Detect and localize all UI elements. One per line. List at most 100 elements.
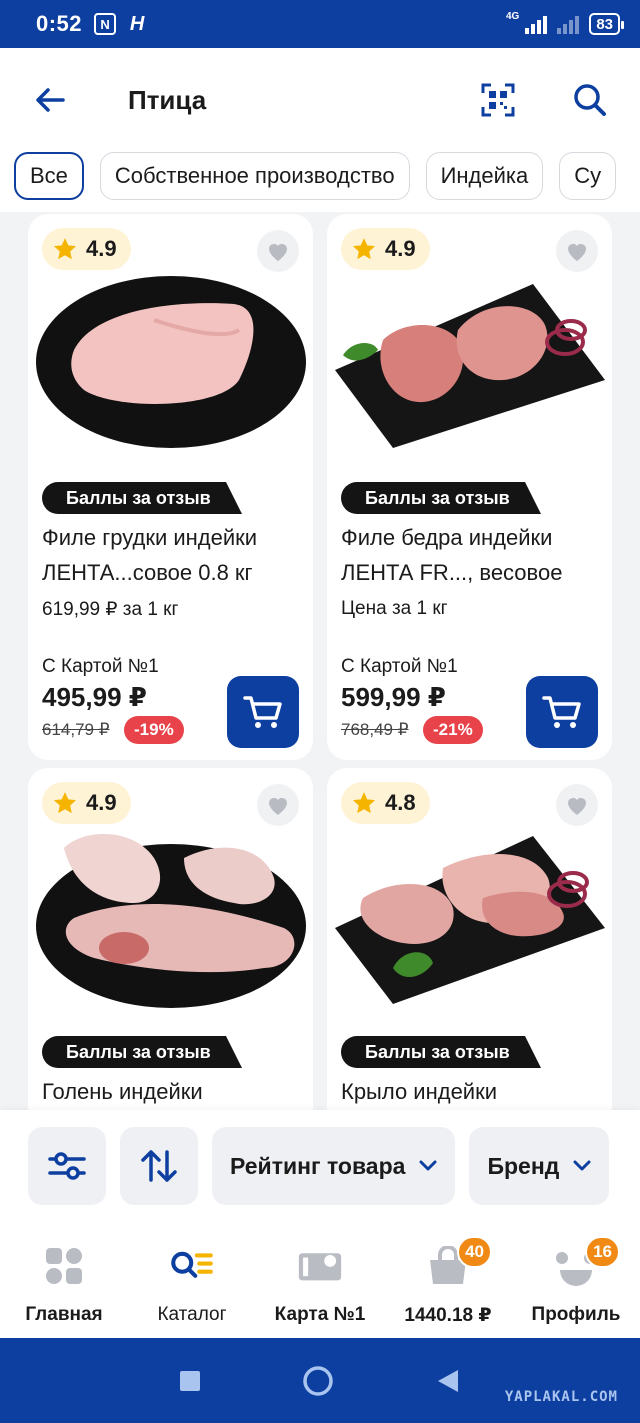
product-card[interactable]: 4.9 Баллы за отзыв Филе грудки индейки Л… (28, 214, 313, 760)
arrow-left-icon (36, 88, 65, 112)
cart-icon (243, 696, 282, 728)
product-name: Крыло индейки (341, 1079, 498, 1104)
rating-badge: 4.9 (341, 228, 430, 270)
star-icon (53, 792, 77, 814)
sort-button[interactable] (120, 1127, 198, 1205)
heart-icon (568, 797, 586, 815)
profile-count-badge: 16 (585, 1236, 620, 1268)
chip-more[interactable]: Су (559, 152, 617, 200)
shopping-bag-icon: 40 (426, 1236, 492, 1288)
loyalty-card-label: С Картой №1 (341, 656, 458, 677)
price: 599,99 ₽ (341, 682, 446, 712)
square-icon (180, 1370, 200, 1391)
signal-secondary-icon (557, 14, 580, 34)
product-image (335, 836, 605, 1004)
bottom-navigation: Главная Каталог Карта №1 40 1440.18 ₽ 16… (0, 1222, 640, 1338)
discount-badge: -21% (423, 716, 483, 744)
home-icon (42, 1244, 86, 1288)
discount-badge: -19% (124, 716, 184, 744)
circle-icon (303, 1365, 333, 1396)
old-price: 768,49 ₽ (341, 720, 409, 739)
rating-badge: 4.9 (42, 782, 131, 824)
old-price: 614,79 ₽ (42, 720, 110, 739)
favorite-button[interactable] (257, 784, 299, 826)
product-image (36, 276, 306, 448)
filters-button[interactable] (28, 1127, 106, 1205)
triangle-back-icon (438, 1369, 458, 1392)
rating-value: 4.9 (86, 790, 117, 815)
network-type: 4G (505, 10, 520, 22)
star-icon (352, 792, 376, 814)
back-button[interactable] (30, 80, 70, 120)
favorite-button[interactable] (556, 784, 598, 826)
rating-badge: 4.8 (341, 782, 430, 824)
recent-apps-button[interactable] (178, 1369, 202, 1393)
review-points-badge: Баллы за отзыв (42, 1036, 242, 1068)
review-points-badge: Баллы за отзыв (341, 1036, 541, 1068)
nav-catalog[interactable]: Каталог (128, 1222, 256, 1338)
product-card[interactable]: 4.9 Баллы за отзыв Голень индейки (28, 768, 313, 1110)
system-back-button[interactable] (434, 1367, 462, 1395)
qr-scan-button[interactable] (478, 80, 518, 120)
product-name: Филе грудки индейки ЛЕНТА...совое 0.8 кг (42, 525, 258, 585)
nav-cart[interactable]: 40 1440.18 ₽ (384, 1222, 512, 1338)
unit-price: Цена за 1 кг (341, 598, 448, 619)
status-time: 0:52 (36, 11, 83, 36)
category-chips: Все Собственное производство Индейка Су (0, 140, 640, 212)
unit-price: 619,99 ₽ за 1 кг (42, 599, 179, 620)
review-points-badge: Баллы за отзыв (341, 482, 541, 514)
rating-filter-dropdown[interactable]: Рейтинг товара (212, 1127, 456, 1205)
heart-icon (269, 797, 287, 815)
signal-icon (525, 14, 548, 34)
chip-own-production[interactable]: Собственное производство (99, 152, 410, 200)
chevron-down-icon (419, 1160, 437, 1171)
chip-all[interactable]: Все (14, 152, 84, 200)
status-bar: 0:52 N H 4G 83 (0, 0, 640, 48)
qr-code-icon (481, 83, 515, 117)
rating-value: 4.8 (385, 790, 416, 815)
brand-filter-dropdown[interactable]: Бренд (469, 1127, 610, 1205)
product-grid: 4.9 Баллы за отзыв Филе грудки индейки Л… (0, 212, 640, 1110)
add-to-cart-button[interactable] (526, 676, 598, 748)
product-card[interactable]: 4.8 Баллы за отзыв Крыло индейки (327, 768, 612, 1110)
favorite-button[interactable] (257, 230, 299, 272)
chip-turkey[interactable]: Индейка (425, 152, 544, 200)
product-name: Голень индейки (42, 1079, 203, 1104)
page-title: Птица (128, 84, 207, 115)
watermark: YAPLAKAL.COM (504, 1389, 618, 1405)
heart-icon (568, 243, 586, 261)
app-notification-icon: H (129, 12, 145, 35)
search-button[interactable] (570, 80, 610, 120)
product-image (36, 834, 306, 1008)
add-to-cart-button[interactable] (227, 676, 299, 748)
product-image (335, 284, 605, 448)
search-icon (574, 84, 606, 116)
system-navigation-bar: YAPLAKAL.COM (0, 1338, 640, 1423)
favorite-button[interactable] (556, 230, 598, 272)
cart-count-badge: 40 (457, 1236, 492, 1268)
product-card[interactable]: 4.9 Баллы за отзыв Филе бедра индейки ЛЕ… (327, 214, 612, 760)
catalog-search-icon (170, 1244, 214, 1288)
home-button[interactable] (302, 1365, 334, 1397)
nav-home[interactable]: Главная (0, 1222, 128, 1338)
chevron-down-icon (573, 1160, 591, 1171)
star-icon (352, 238, 376, 260)
cart-icon (542, 696, 581, 728)
nfc-icon: N (94, 13, 117, 35)
loyalty-card-icon (298, 1244, 342, 1288)
sliders-icon (48, 1152, 86, 1180)
price: 495,99 ₽ (42, 682, 147, 712)
star-icon (53, 238, 77, 260)
battery-icon: 83 (589, 13, 624, 35)
heart-icon (269, 243, 287, 261)
loyalty-card-label: С Картой №1 (42, 656, 159, 677)
nav-profile[interactable]: 16 Профиль (512, 1222, 640, 1338)
rating-value: 4.9 (385, 236, 416, 261)
product-name: Филе бедра индейки ЛЕНТА FR..., весовое (341, 525, 563, 585)
review-points-badge: Баллы за отзыв (42, 482, 242, 514)
nav-loyalty-card[interactable]: Карта №1 (256, 1222, 384, 1338)
rating-badge: 4.9 (42, 228, 131, 270)
rating-value: 4.9 (86, 236, 117, 261)
sort-filter-bar: Рейтинг товара Бренд (0, 1110, 640, 1222)
app-header: Птица (0, 48, 640, 152)
